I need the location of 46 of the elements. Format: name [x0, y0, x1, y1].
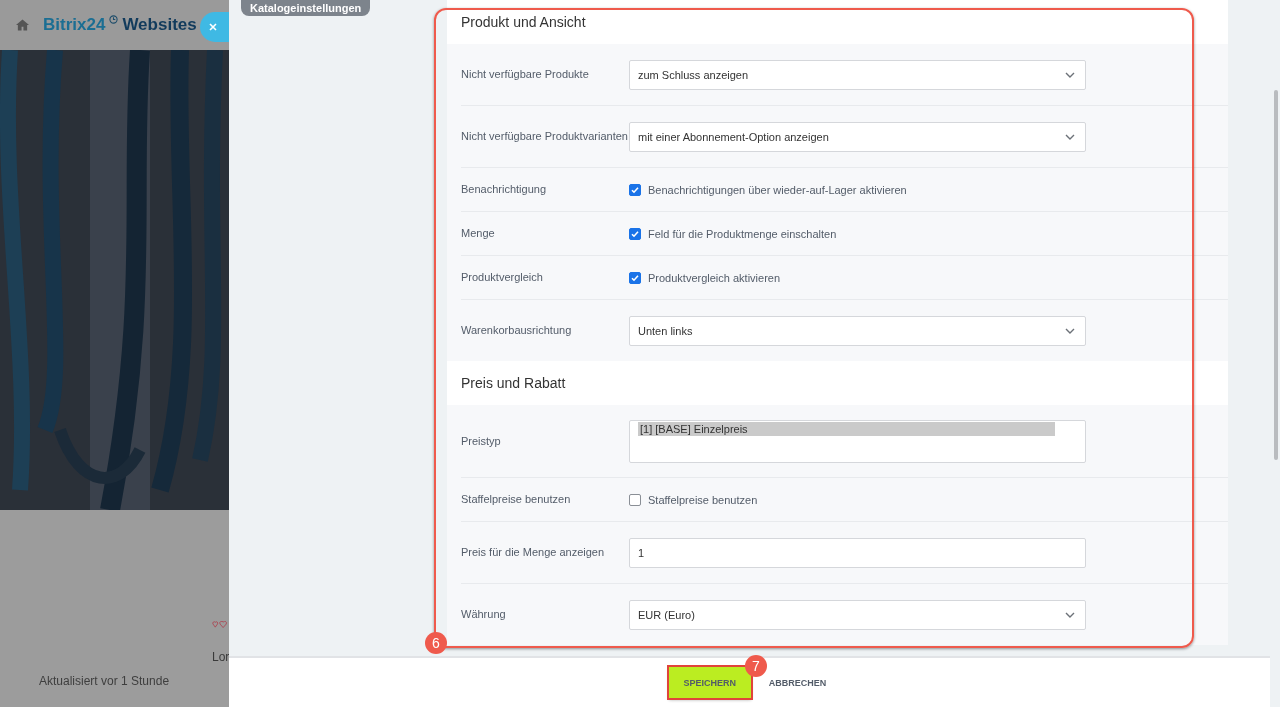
checkbox-label[interactable]: Staffelpreise benutzen — [648, 493, 758, 506]
dropdown[interactable]: Unten links — [629, 315, 1086, 346]
list-option[interactable]: [1] [BASE] Einzelpreis — [638, 421, 1055, 436]
field-label: Menge — [461, 227, 496, 240]
section-title: Produkt und Ansicht — [461, 14, 586, 30]
field-label: Nicht verfügbare Produktvarianten — [461, 130, 629, 143]
updated-text: Aktualisiert vor 1 Stunde — [39, 674, 170, 688]
clock-icon — [109, 15, 119, 24]
section-title: Preis und Rabatt — [461, 375, 566, 391]
body-text: Lor — [212, 650, 230, 664]
field-label: Warenkorbausrichtung — [461, 324, 573, 337]
home-icon[interactable] — [16, 19, 29, 31]
step-badge: 6 — [425, 632, 447, 654]
field-label: Benachrichtigung — [461, 183, 547, 196]
dropdown[interactable]: zum Schluss anzeigen — [629, 59, 1086, 90]
checkbox[interactable] — [629, 271, 641, 284]
field-label: Produktvergleich — [461, 271, 544, 284]
field-label: Preis für die Menge anzeigen — [461, 546, 606, 559]
field-label: Preistyp — [461, 434, 502, 448]
field-label: Währung — [461, 608, 507, 621]
checkbox[interactable] — [629, 183, 641, 196]
panel-tag: Katalogeinstellungen — [241, 0, 371, 16]
checkbox-label[interactable]: Benachrichtigungen über wieder-auf-Lager aktivieren — [648, 183, 907, 196]
checkbox-label[interactable]: Produktvergleich aktivieren — [648, 271, 781, 284]
save-button[interactable]: SPEICHERN — [668, 667, 751, 698]
input-field[interactable]: 1 — [629, 537, 1086, 568]
checkbox[interactable] — [629, 227, 641, 240]
brand-suffix: Websites — [122, 15, 197, 35]
list-box[interactable]: [1] [BASE] Einzelpreis — [629, 419, 1086, 463]
checkbox[interactable] — [629, 493, 641, 506]
chevron-icon — [1065, 611, 1075, 618]
field-label: Nicht verfügbare Produkte — [461, 68, 590, 81]
close-button[interactable] — [200, 12, 229, 42]
cancel-button[interactable]: ABBRECHEN — [764, 677, 831, 688]
scrollbar[interactable] — [1274, 90, 1278, 460]
close-icon — [208, 22, 218, 32]
checkbox-label[interactable]: Feld für die Produktmenge einschalten — [648, 227, 837, 240]
step-badge: 7 — [745, 655, 767, 677]
field-label: Staffelpreise benutzen — [461, 493, 572, 506]
chevron-icon — [1065, 327, 1075, 334]
chevron-icon — [1065, 133, 1075, 140]
chevron-icon — [1065, 71, 1075, 78]
dropdown[interactable]: EUR (Euro) — [629, 599, 1086, 630]
brand-name: Bitrix24 — [43, 15, 106, 35]
hearts-icon — [212, 621, 229, 628]
dropdown[interactable]: mit einer Abonnement-Option anzeigen — [629, 121, 1086, 152]
